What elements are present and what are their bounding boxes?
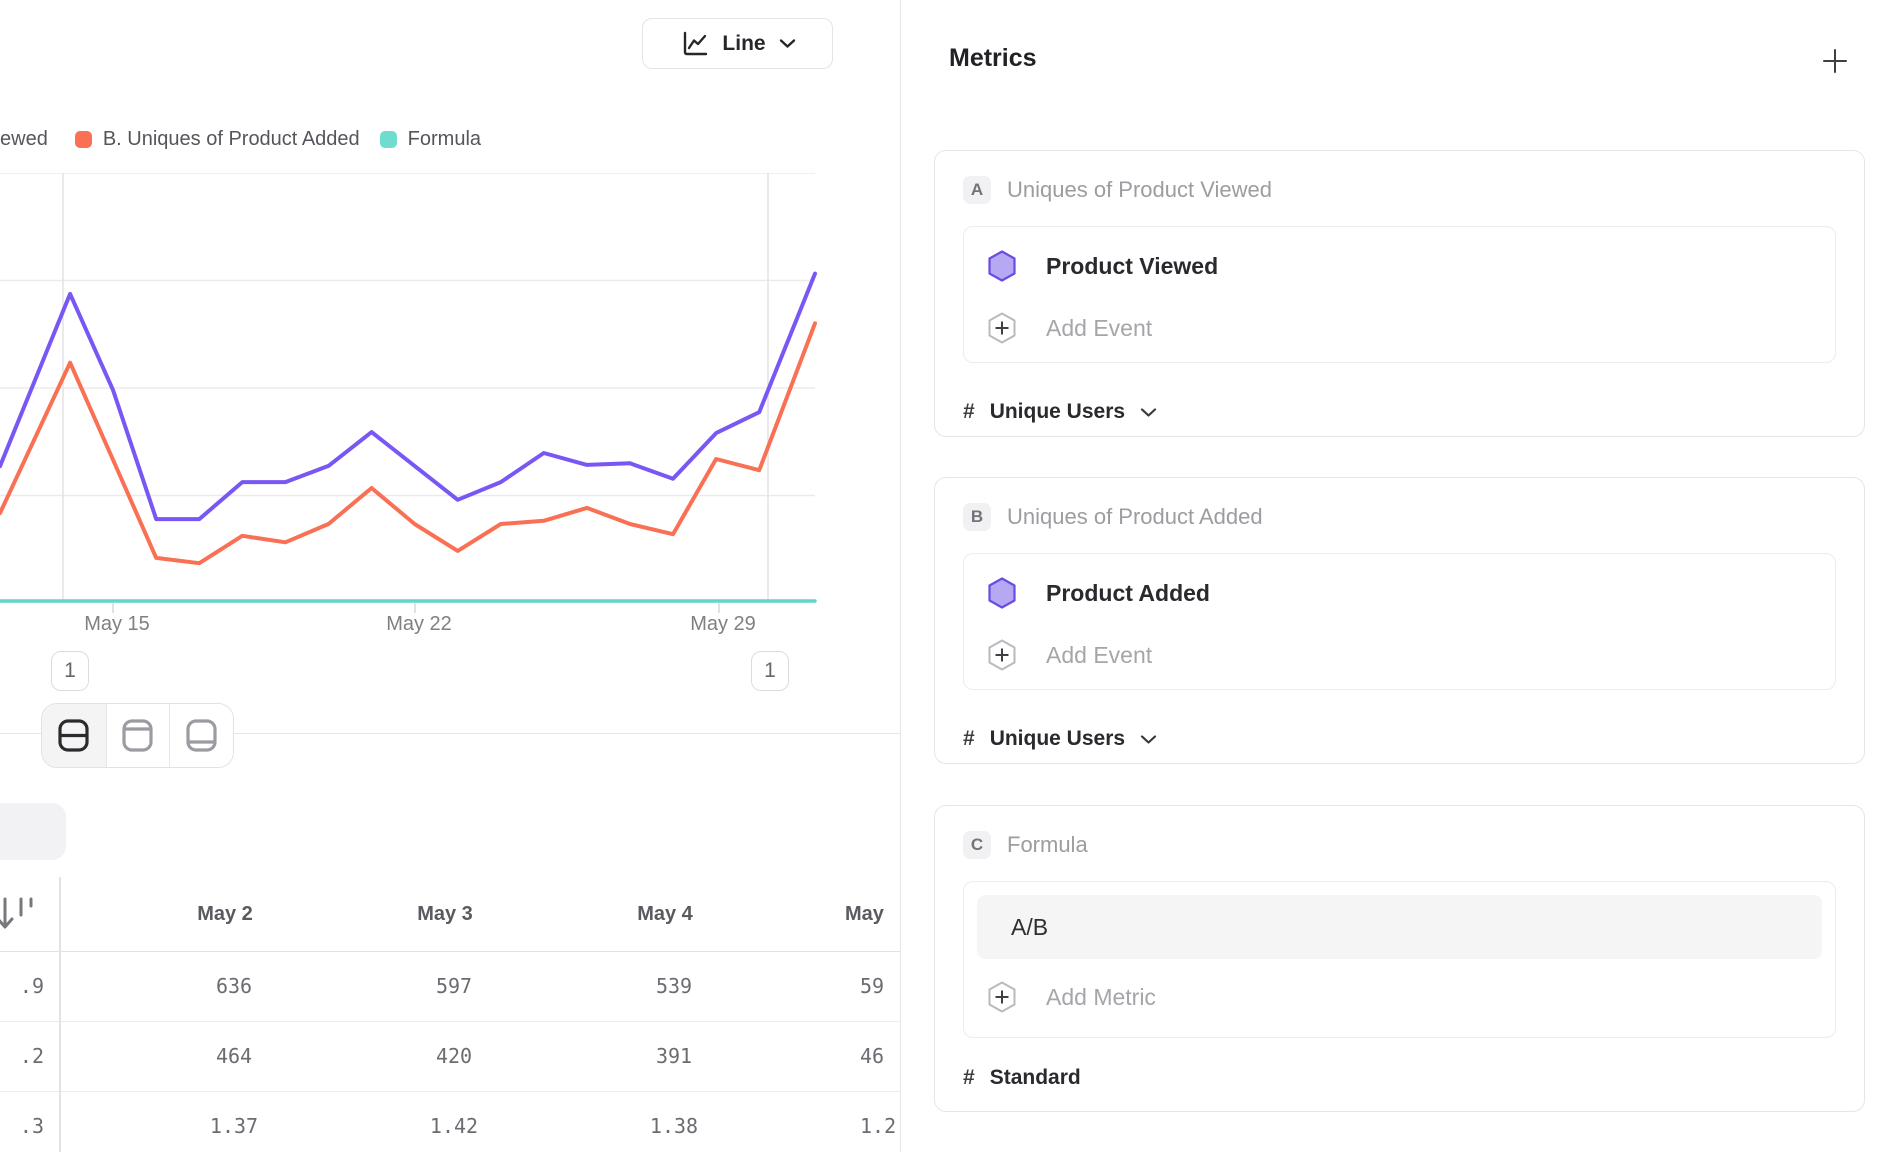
measure-label: Standard bbox=[990, 1066, 1081, 1090]
plus-icon bbox=[1820, 46, 1850, 76]
metric-card-header: A Uniques of Product Viewed bbox=[963, 175, 1836, 205]
add-metric-label: Add Metric bbox=[1046, 984, 1156, 1011]
formula-input[interactable]: A/B bbox=[977, 895, 1822, 959]
table-cell: 420 bbox=[354, 1021, 554, 1091]
table-cell: 1.38 bbox=[574, 1091, 774, 1152]
metric-badge: A bbox=[963, 176, 991, 204]
add-event-label: Add Event bbox=[1046, 315, 1152, 342]
line-chart-plot: May 15 May 22 May 29 1 1 bbox=[0, 173, 900, 733]
view-toggle-chart-top[interactable] bbox=[106, 704, 170, 767]
table-cell: 597 bbox=[354, 951, 554, 1021]
event-hexagon-icon bbox=[988, 577, 1016, 609]
x-axis-tick-label: May 15 bbox=[57, 613, 177, 636]
event-name: Product Viewed bbox=[1046, 253, 1218, 280]
metric-title: Uniques of Product Viewed bbox=[1007, 177, 1272, 203]
row-header-fragment: .2 bbox=[0, 1021, 44, 1091]
column-header[interactable]: May 4 bbox=[565, 877, 765, 951]
legend-item-b[interactable]: B. Uniques of Product Added bbox=[75, 128, 360, 151]
table-cell: 1.37 bbox=[134, 1091, 334, 1152]
column-header[interactable]: May bbox=[845, 877, 900, 951]
metric-title: Formula bbox=[1007, 832, 1088, 858]
table-cell: 46 bbox=[860, 1021, 900, 1091]
metric-card-header: C Formula bbox=[963, 830, 1836, 860]
measure-label: Unique Users bbox=[990, 727, 1125, 751]
panel-title: Metrics bbox=[949, 44, 1037, 73]
event-hexagon-icon bbox=[988, 250, 1016, 282]
data-table: May 2 May 3 May 4 May .9 636 597 539 59 .2 464 420 3… bbox=[0, 877, 900, 1152]
add-event-label: Add Event bbox=[1046, 642, 1152, 669]
legend-swatch-orange bbox=[75, 131, 92, 148]
analytics-report-page: Line ewed B. Uniques of Product Added Fo… bbox=[0, 0, 1898, 1152]
chart-legend: ewed B. Uniques of Product Added Formula bbox=[0, 126, 481, 152]
table-cell: 391 bbox=[574, 1021, 774, 1091]
number-type-icon: # bbox=[963, 400, 975, 424]
x-axis-tick-label: May 29 bbox=[663, 613, 783, 636]
column-header[interactable]: May 2 bbox=[125, 877, 325, 951]
table-cell: 636 bbox=[134, 951, 334, 1021]
metric-badge: C bbox=[963, 831, 991, 859]
add-event-row[interactable]: Add Event bbox=[988, 312, 1811, 344]
event-list: Product Added Add Event bbox=[963, 553, 1836, 690]
event-list: Product Viewed Add Event bbox=[963, 226, 1836, 363]
split-view-icon bbox=[56, 718, 91, 753]
add-metric-button[interactable] bbox=[1820, 46, 1850, 76]
line-chart-canvas[interactable] bbox=[0, 173, 900, 618]
add-event-row[interactable]: Add Event bbox=[988, 639, 1811, 671]
line-chart-icon bbox=[679, 29, 709, 59]
table-bottom-view-icon bbox=[184, 718, 219, 753]
chart-top-view-icon bbox=[120, 718, 155, 753]
table-cell: 464 bbox=[134, 1021, 334, 1091]
row-header-fragment: .9 bbox=[0, 951, 44, 1021]
table-cell: 59 bbox=[860, 951, 900, 1021]
view-toggle-table-bottom[interactable] bbox=[169, 704, 233, 767]
legend-label: Formula bbox=[408, 128, 481, 151]
report-content: Line ewed B. Uniques of Product Added Fo… bbox=[0, 0, 900, 1152]
metric-card-b: B Uniques of Product Added Product Added… bbox=[934, 477, 1865, 764]
measure-selector[interactable]: # Unique Users bbox=[963, 396, 1836, 428]
column-divider bbox=[59, 877, 61, 1152]
add-metric-row[interactable]: Add Metric bbox=[988, 981, 1811, 1013]
view-toggle-split[interactable] bbox=[42, 704, 106, 767]
add-event-hexagon-plus-icon bbox=[988, 639, 1016, 671]
measure-label: Unique Users bbox=[990, 400, 1125, 424]
view-toggle bbox=[41, 703, 234, 768]
event-name: Product Added bbox=[1046, 580, 1210, 607]
chart-type-button[interactable]: Line bbox=[642, 18, 833, 69]
metric-card-header: B Uniques of Product Added bbox=[963, 502, 1836, 532]
measure-selector[interactable]: # Unique Users bbox=[963, 723, 1836, 755]
metric-title: Uniques of Product Added bbox=[1007, 504, 1263, 530]
metric-card-c: C Formula A/B Add Metric # Standard bbox=[934, 805, 1865, 1112]
metric-card-a: A Uniques of Product Viewed Product View… bbox=[934, 150, 1865, 437]
metric-badge: B bbox=[963, 503, 991, 531]
annotation-badge[interactable]: 1 bbox=[51, 651, 89, 691]
chevron-down-icon bbox=[1140, 407, 1157, 418]
number-type-icon: # bbox=[963, 1066, 975, 1090]
add-event-hexagon-plus-icon bbox=[988, 981, 1016, 1013]
clipped-tab[interactable] bbox=[0, 803, 66, 860]
sort-descending-icon[interactable] bbox=[0, 896, 37, 934]
legend-item-clipped[interactable]: ewed bbox=[0, 128, 48, 151]
legend-label: B. Uniques of Product Added bbox=[103, 128, 360, 151]
row-header-fragment: .3 bbox=[0, 1091, 44, 1152]
table-cell: 539 bbox=[574, 951, 774, 1021]
chevron-down-icon bbox=[1140, 734, 1157, 745]
series-line bbox=[0, 323, 815, 563]
chart-type-label: Line bbox=[722, 32, 765, 56]
event-row[interactable]: Product Added bbox=[988, 577, 1811, 609]
table-cell: 1.42 bbox=[354, 1091, 554, 1152]
chevron-down-icon bbox=[779, 38, 796, 49]
number-type-icon: # bbox=[963, 727, 975, 751]
table-cell: 1.2 bbox=[860, 1091, 900, 1152]
metrics-panel: Metrics A Uniques of Product Viewed Prod… bbox=[900, 0, 1898, 1152]
column-header[interactable]: May 3 bbox=[345, 877, 545, 951]
event-row[interactable]: Product Viewed bbox=[988, 250, 1811, 282]
legend-swatch-teal bbox=[380, 131, 397, 148]
x-axis-tick-label: May 22 bbox=[359, 613, 479, 636]
measure-selector[interactable]: # Standard bbox=[963, 1062, 1836, 1094]
legend-label: ewed bbox=[0, 128, 48, 151]
annotation-badge[interactable]: 1 bbox=[751, 651, 789, 691]
legend-item-formula[interactable]: Formula bbox=[380, 128, 481, 151]
formula-editor: A/B Add Metric bbox=[963, 881, 1836, 1038]
add-event-hexagon-plus-icon bbox=[988, 312, 1016, 344]
